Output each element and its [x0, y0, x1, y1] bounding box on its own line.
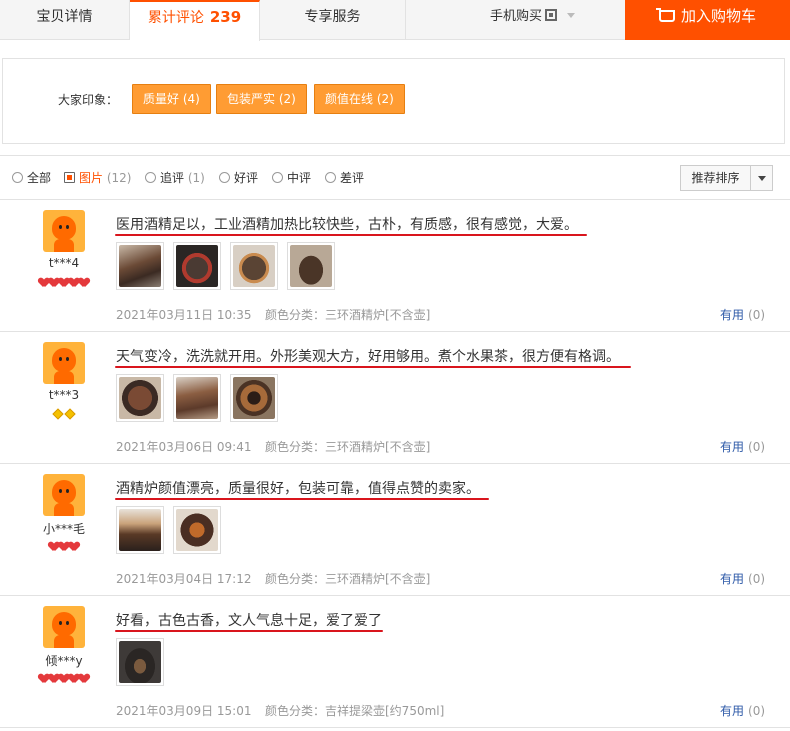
useful-count: (0) — [748, 704, 766, 718]
review-item: 倾***y 好看，古色古香，文人气息十足，爱了爱了 2021年03月09日 15… — [0, 596, 790, 728]
useful-label: 有用 — [720, 308, 745, 322]
filter-followup-label: 追评 — [160, 171, 185, 185]
filter-bad[interactable]: 差评 — [325, 169, 364, 186]
sort-label: 推荐排序 — [681, 166, 751, 190]
review-photo-thumbnail[interactable] — [173, 506, 221, 554]
mobile-buy-label: 手机购买 — [490, 9, 543, 24]
review-text: 医用酒精足以，工业酒精加热比较快些，古朴，有质感，很有感觉，大爱。 — [116, 217, 578, 233]
useful-count: (0) — [748, 440, 766, 454]
reputation-hearts-icon — [30, 278, 98, 290]
filter-pictures-count: (12) — [106, 171, 132, 185]
useful-label: 有用 — [720, 572, 745, 586]
review-sku: 颜色分类：三环酒精炉[不含壶] — [265, 572, 431, 586]
filter-pictures-label: 图片 — [79, 171, 104, 185]
review-text: 天气变冷，洗洗就开用。外形美观大方，好用够用。煮个水果茶，很方便有格调。 — [116, 349, 620, 365]
cart-icon — [655, 8, 675, 22]
reviewer-name: t***4 — [48, 256, 80, 270]
useful-button[interactable]: 有用 (0) — [720, 438, 765, 455]
filter-bad-label: 差评 — [340, 171, 365, 185]
reputation-hearts-icon — [30, 542, 98, 554]
review-photo-thumbnail[interactable] — [230, 242, 278, 290]
review-photo-thumbnail[interactable] — [116, 638, 164, 686]
review-date: 2021年03月04日 17:12 — [116, 572, 252, 586]
chevron-down-icon — [758, 176, 766, 181]
filter-pictures[interactable]: 图片 (12) — [64, 169, 131, 186]
reviewer-name: 倾***y — [45, 654, 83, 668]
filter-followup[interactable]: 追评 (1) — [145, 169, 205, 186]
radio-icon — [325, 172, 336, 183]
useful-button[interactable]: 有用 (0) — [720, 306, 765, 323]
mobile-buy-menu[interactable]: 手机购买 — [490, 0, 576, 40]
review-photo-thumbnail[interactable] — [173, 242, 221, 290]
review-photo-thumbnail[interactable] — [116, 242, 164, 290]
avatar — [43, 342, 85, 384]
sort-dropdown[interactable]: 推荐排序 — [680, 165, 773, 191]
qr-code-icon — [545, 9, 558, 21]
filter-neutral-label: 中评 — [287, 171, 312, 185]
review-photo-thumbnail[interactable] — [230, 374, 278, 422]
review-filter-bar: 全部 图片 (12) 追评 (1) 好评 中评 差评 推荐排序 — [0, 155, 790, 200]
add-to-cart-button[interactable]: 加入购物车 — [625, 0, 790, 40]
impression-tag-packaging[interactable]: 包装严实 (2) — [216, 84, 307, 114]
avatar — [43, 474, 85, 516]
tab-bar: 宝贝详情 累计评论 239 专享服务 手机购买 加入购物车 — [0, 0, 790, 41]
review-count: 239 — [209, 8, 242, 26]
useful-button[interactable]: 有用 (0) — [720, 702, 765, 719]
review-photo-thumbnail[interactable] — [173, 374, 221, 422]
reviewer-name: t***3 — [48, 388, 80, 402]
filter-good[interactable]: 好评 — [219, 169, 258, 186]
filter-followup-count: (1) — [187, 171, 205, 185]
review-photo-thumbnail[interactable] — [116, 374, 164, 422]
review-date: 2021年03月09日 15:01 — [116, 704, 252, 718]
review-photo-thumbnail[interactable] — [287, 242, 335, 290]
review-date: 2021年03月11日 10:35 — [116, 308, 252, 322]
useful-count: (0) — [748, 308, 766, 322]
radio-checked-icon — [64, 172, 75, 183]
reputation-diamonds-icon — [30, 408, 98, 421]
review-photo-thumbnail[interactable] — [116, 506, 164, 554]
radio-icon — [145, 172, 156, 183]
impression-tag-quality[interactable]: 质量好 (4) — [132, 84, 211, 114]
reputation-hearts-icon — [30, 674, 98, 686]
review-text: 好看，古色古香，文人气息十足，爱了爱了 — [116, 613, 382, 629]
highlight-underline — [115, 366, 631, 368]
radio-icon — [219, 172, 230, 183]
useful-count: (0) — [748, 572, 766, 586]
tab-reviews[interactable]: 累计评论 239 — [130, 0, 260, 41]
avatar — [43, 210, 85, 252]
impressions-panel: 大家印象： 质量好 (4) 包装严实 (2) 颜值在线 (2) — [2, 58, 785, 144]
highlight-underline — [115, 498, 489, 500]
impression-tag-looks[interactable]: 颜值在线 (2) — [314, 84, 405, 114]
filter-neutral[interactable]: 中评 — [272, 169, 311, 186]
filter-all-label: 全部 — [27, 171, 52, 185]
review-date: 2021年03月06日 09:41 — [116, 440, 252, 454]
review-sku: 颜色分类：三环酒精炉[不含壶] — [265, 308, 431, 322]
chevron-down-icon — [567, 13, 576, 18]
review-item: t***3 天气变冷，洗洗就开用。外形美观大方，好用够用。煮个水果茶，很方便有格… — [0, 332, 790, 464]
tab-product-details[interactable]: 宝贝详情 — [0, 0, 130, 40]
review-item: 小***毛 酒精炉颜值漂亮，质量很好，包装可靠，值得点赞的卖家。 2021年03… — [0, 464, 790, 596]
impressions-label: 大家印象： — [58, 93, 119, 107]
highlight-underline — [115, 630, 383, 632]
tab-exclusive-service[interactable]: 专享服务 — [260, 0, 406, 40]
reviewer-name: 小***毛 — [42, 522, 85, 536]
useful-button[interactable]: 有用 (0) — [720, 570, 765, 587]
avatar — [43, 606, 85, 648]
radio-icon — [12, 172, 23, 183]
review-text: 酒精炉颜值漂亮，质量很好，包装可靠，值得点赞的卖家。 — [116, 481, 480, 497]
add-to-cart-label: 加入购物车 — [680, 7, 756, 25]
review-sku: 颜色分类：三环酒精炉[不含壶] — [265, 440, 431, 454]
highlight-underline — [115, 234, 587, 236]
review-sku: 颜色分类：吉祥提梁壶[约750ml] — [265, 704, 445, 718]
review-item: t***4 医用酒精足以，工业酒精加热比较快些，古朴，有质感，很有感觉，大爱。 … — [0, 200, 790, 332]
useful-label: 有用 — [720, 440, 745, 454]
tab-reviews-label: 累计评论 — [147, 10, 204, 26]
useful-label: 有用 — [720, 704, 745, 718]
filter-all[interactable]: 全部 — [12, 169, 51, 186]
filter-good-label: 好评 — [234, 171, 259, 185]
radio-icon — [272, 172, 283, 183]
